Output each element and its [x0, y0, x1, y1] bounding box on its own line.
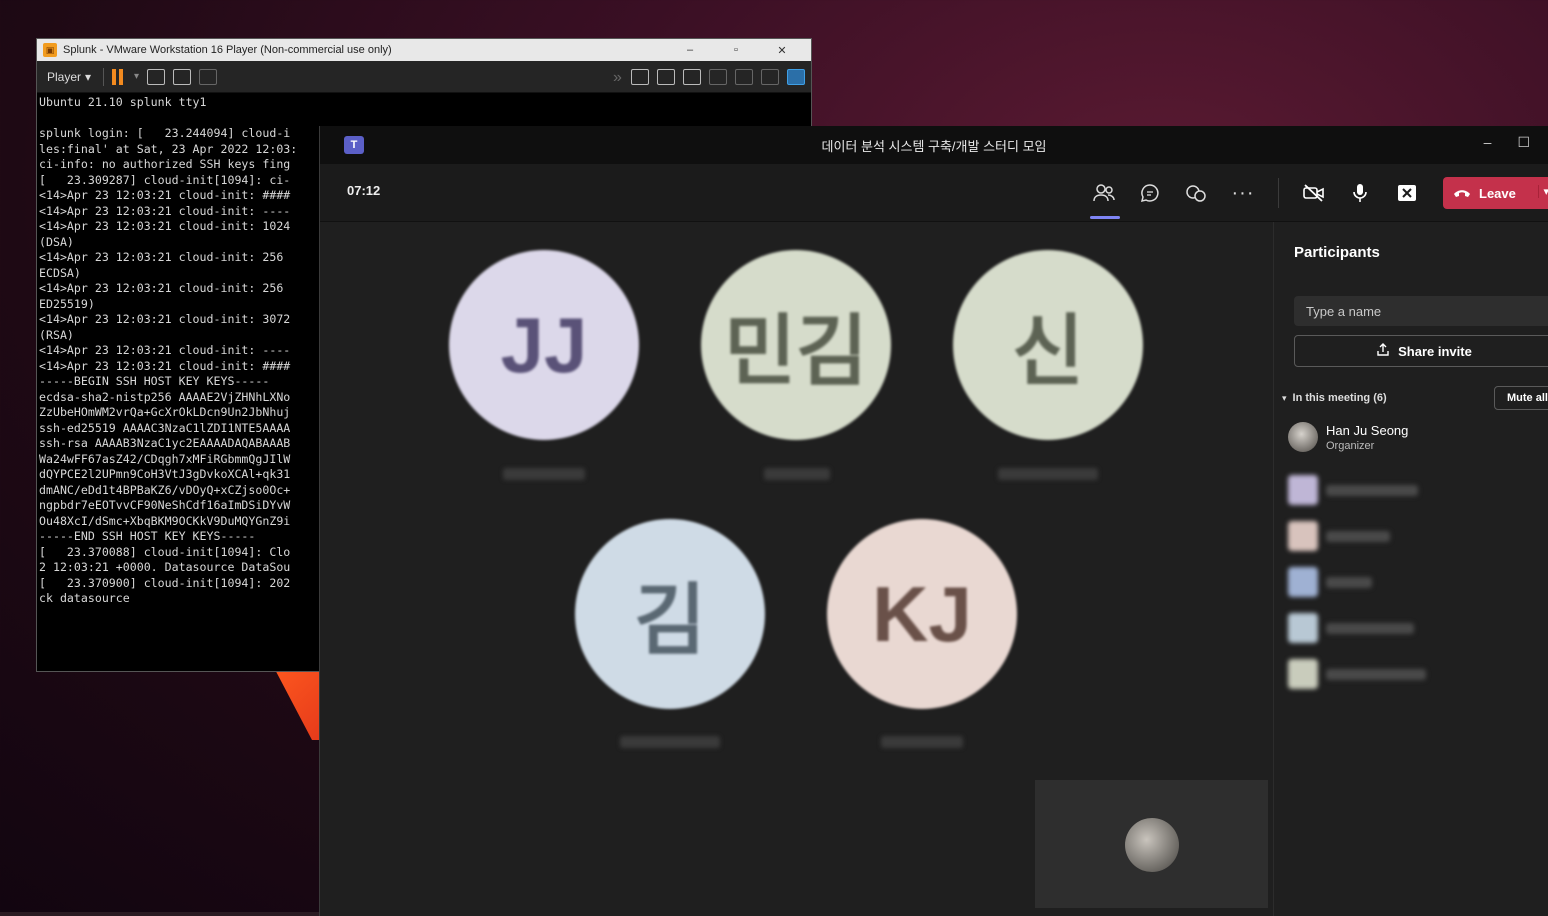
leave-label: Leave — [1479, 185, 1516, 201]
more-icon[interactable]: ··· — [1232, 182, 1254, 204]
chat-icon[interactable] — [1139, 182, 1161, 204]
vmware-logo-icon: ▣ — [43, 43, 57, 57]
avatar-initials: 김 — [634, 576, 706, 664]
avatar — [1288, 659, 1318, 689]
close-button[interactable]: ✕ — [759, 44, 805, 57]
video-stage: JJ 민김 신 김 KJ — [320, 222, 1273, 916]
participant-name: Han Ju Seong — [1326, 422, 1409, 438]
usb-icon[interactable] — [761, 68, 779, 85]
forward-icon[interactable]: » — [613, 69, 623, 86]
participant-avatar[interactable]: JJ — [449, 250, 639, 440]
participant-role: Organizer — [1326, 439, 1375, 452]
avatar — [1288, 521, 1318, 551]
unity-icon[interactable] — [199, 68, 218, 85]
chevron-down-icon[interactable]: ▾ — [1538, 185, 1548, 198]
participant-name-blurred — [1326, 576, 1372, 588]
in-meeting-section-header[interactable]: ▾ In this meeting (6) — [1282, 392, 1387, 404]
people-icon[interactable] — [1093, 182, 1115, 204]
self-view-tile[interactable] — [1035, 780, 1268, 908]
participant-name-blurred — [503, 468, 585, 480]
minimize-button[interactable]: – — [1484, 134, 1492, 151]
active-tab-indicator — [1090, 216, 1120, 219]
participant-row[interactable] — [1288, 567, 1372, 597]
vmware-titlebar[interactable]: ▣ Splunk - VMware Workstation 16 Player … — [37, 39, 811, 61]
pause-icon[interactable] — [112, 68, 126, 85]
participant-row[interactable] — [1288, 475, 1418, 505]
panel-title: Participants — [1294, 244, 1380, 261]
chevron-down-icon: ▾ — [1282, 392, 1287, 403]
player-menu-label: Player — [47, 69, 82, 84]
terminal-line: Ubuntu 21.10 splunk tty1 — [39, 95, 207, 109]
participant-row-organizer[interactable]: Han Ju Seong Organizer — [1288, 422, 1408, 452]
avatar-initials: 신 — [1012, 307, 1084, 395]
meeting-timer: 07:12 — [347, 183, 381, 198]
participant-name-blurred — [1326, 484, 1418, 496]
maximize-button[interactable]: ▫ — [713, 44, 759, 56]
avatar-initials: JJ — [500, 300, 588, 389]
participant-name-blurred — [1326, 668, 1426, 680]
participant-row[interactable] — [1288, 659, 1426, 689]
meeting-toolbar: 07:12 ··· Leave ▾ — [320, 164, 1548, 222]
send-ctrl-alt-del-icon[interactable] — [147, 68, 166, 85]
message-log-icon[interactable] — [787, 68, 805, 85]
participant-name-blurred — [1326, 530, 1390, 542]
chevron-down-icon: ▾ — [85, 69, 92, 84]
participant-name-blurred — [998, 468, 1098, 480]
participant-avatar[interactable]: 신 — [953, 250, 1143, 440]
sound-icon[interactable] — [735, 68, 753, 85]
mute-all-button[interactable]: Mute all — [1494, 386, 1548, 410]
toolbar-divider — [103, 67, 105, 86]
vmware-title: Splunk - VMware Workstation 16 Player (N… — [63, 44, 392, 56]
meeting-title: 데이터 분석 시스템 구축/개발 스터디 모임 — [821, 138, 1047, 154]
share-icon — [1376, 342, 1390, 360]
maximize-button[interactable]: ☐ — [1517, 134, 1530, 151]
reactions-icon[interactable] — [1185, 182, 1207, 204]
mic-icon[interactable] — [1349, 182, 1371, 204]
section-label: In this meeting (6) — [1292, 392, 1387, 404]
participant-row[interactable] — [1288, 521, 1390, 551]
cd-drive-icon[interactable] — [657, 68, 675, 85]
player-menu[interactable]: Player ▾ — [43, 68, 95, 86]
chevron-down-icon[interactable]: ▾ — [134, 71, 139, 82]
printer-icon[interactable] — [709, 68, 727, 85]
hard-disk-icon[interactable] — [631, 68, 649, 85]
teams-titlebar[interactable]: T 데이터 분석 시스템 구축/개발 스터디 모임 – ☐ — [320, 126, 1548, 164]
network-icon[interactable] — [683, 68, 701, 85]
minimize-button[interactable]: – — [667, 44, 713, 56]
camera-off-icon[interactable] — [1303, 182, 1325, 204]
participant-avatar[interactable]: 김 — [575, 519, 765, 709]
share-invite-label: Share invite — [1398, 343, 1472, 359]
participant-name-blurred — [764, 468, 830, 480]
phone-hangup-icon — [1453, 186, 1471, 201]
self-avatar — [1125, 818, 1179, 872]
avatar — [1288, 567, 1318, 597]
participant-name-blurred — [620, 736, 720, 748]
teams-window[interactable]: T 데이터 분석 시스템 구축/개발 스터디 모임 – ☐ 07:12 ··· — [319, 126, 1548, 916]
avatar — [1288, 613, 1318, 643]
share-invite-button[interactable]: Share invite — [1294, 335, 1548, 367]
vmware-toolbar: Player ▾ ▾ » — [37, 61, 811, 93]
leave-button[interactable]: Leave ▾ — [1443, 177, 1548, 209]
participant-name-blurred — [1326, 622, 1414, 634]
avatar — [1288, 475, 1318, 505]
share-screen-icon[interactable] — [1396, 182, 1418, 204]
participant-avatar[interactable]: KJ — [827, 519, 1017, 709]
avatar-initials: 민김 — [724, 307, 868, 395]
participant-name-blurred — [881, 736, 963, 748]
participant-search-input[interactable] — [1294, 296, 1548, 326]
avatar-initials: KJ — [872, 569, 972, 658]
toolbar-divider — [1278, 178, 1279, 208]
participant-row[interactable] — [1288, 613, 1414, 643]
avatar — [1288, 422, 1318, 452]
participant-avatar[interactable]: 민김 — [701, 250, 891, 440]
participants-panel: Participants Share invite ▾ In this meet… — [1273, 222, 1548, 916]
fullscreen-icon[interactable] — [173, 68, 192, 85]
